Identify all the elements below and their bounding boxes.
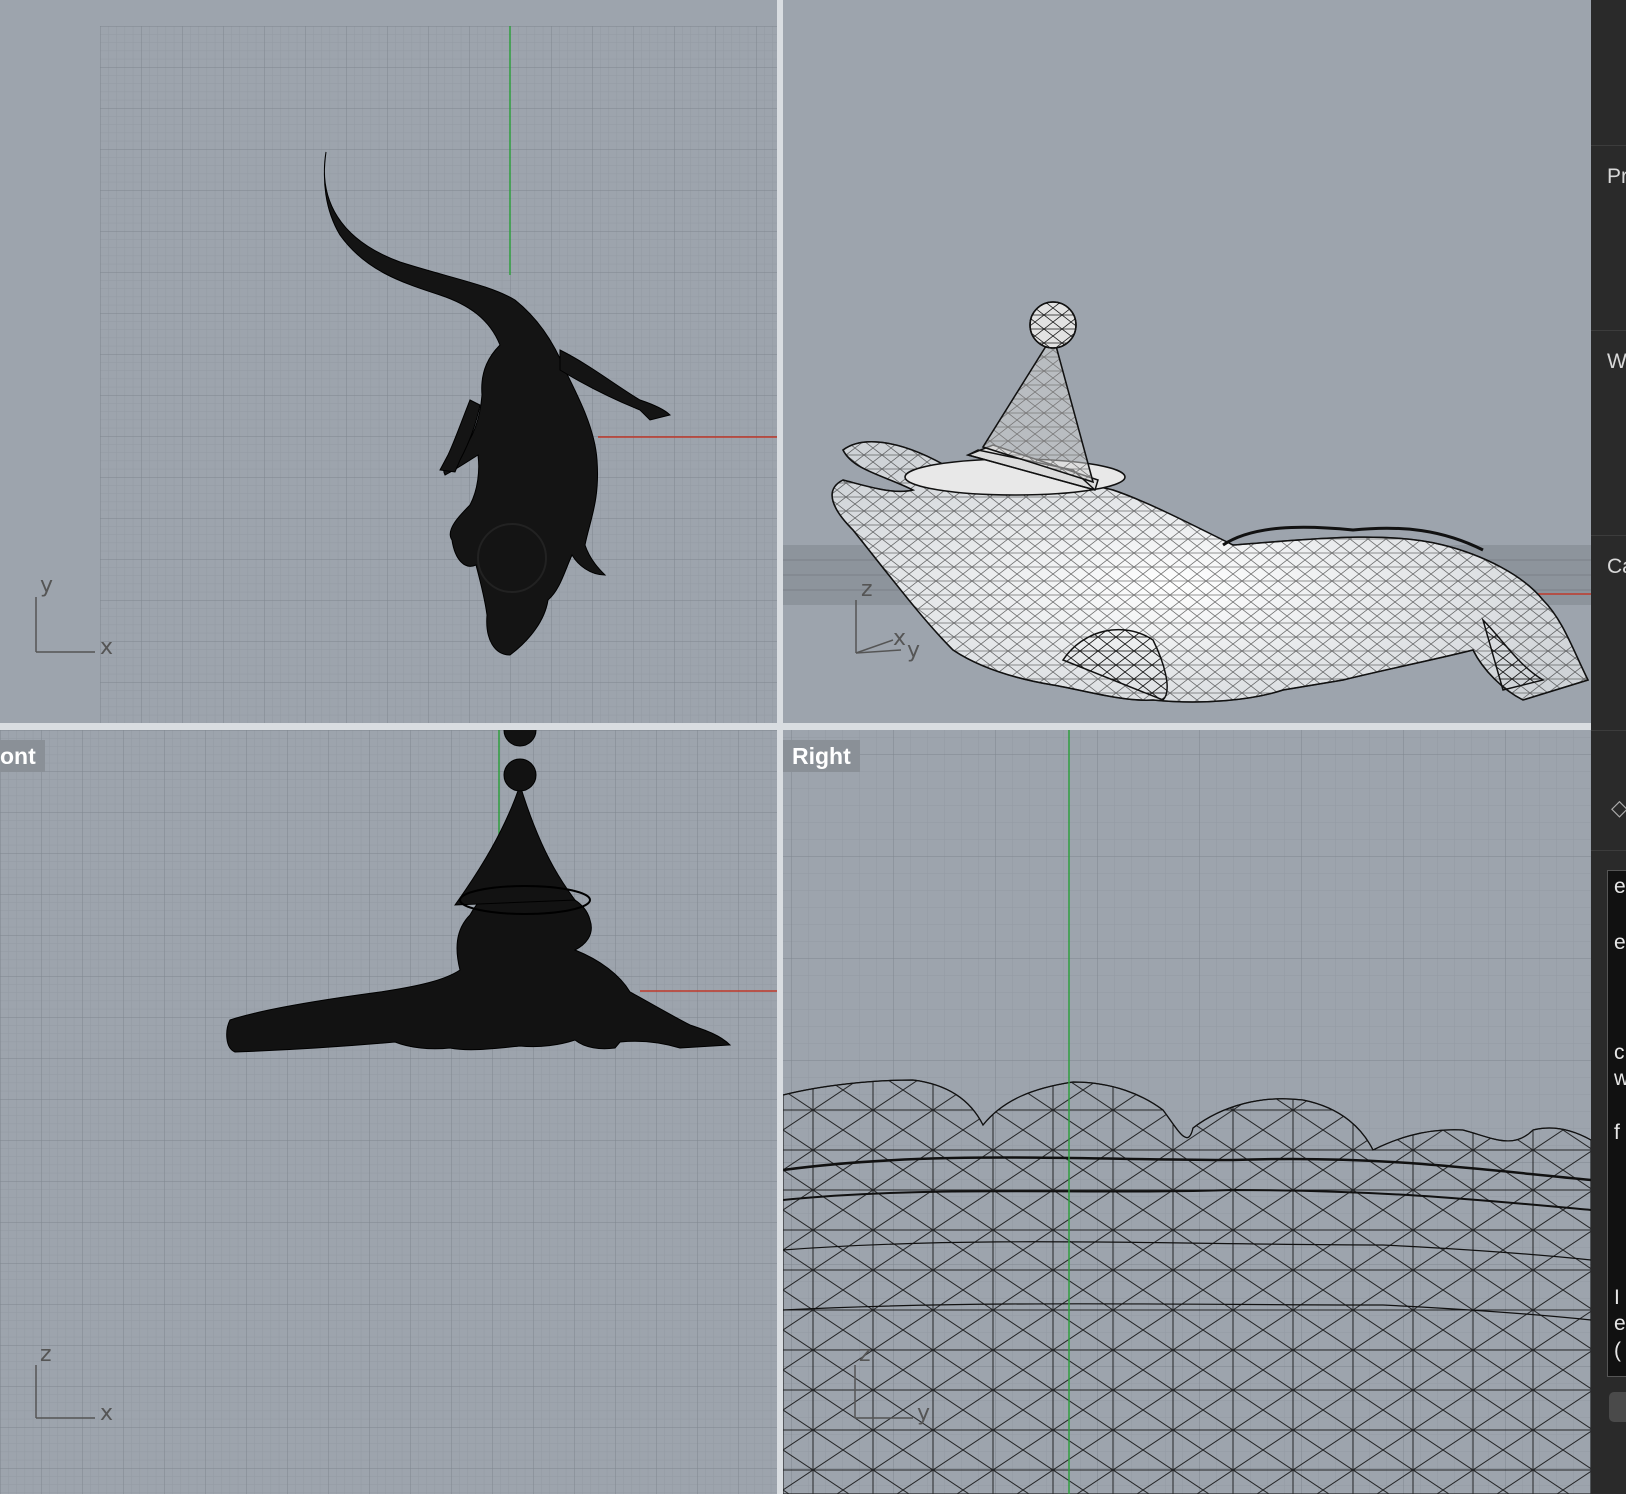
alligator-wireframe-right-closeup: [783, 1079, 1591, 1494]
viewport-perspective[interactable]: z x y: [783, 0, 1591, 723]
panel-item-pr[interactable]: Pr: [1607, 165, 1626, 189]
construction-grid: [0, 730, 777, 1494]
perspective-view-canvas: z x y: [783, 301, 1591, 703]
construction-grid: [100, 26, 777, 723]
layer-icon[interactable]: ◇: [1611, 795, 1626, 821]
axis-label-y: y: [907, 638, 920, 663]
panel-item-ca[interactable]: Ca: [1607, 555, 1626, 579]
axis-label-z: z: [861, 577, 873, 602]
axis-label-y: y: [917, 1401, 930, 1426]
command-line: I: [1614, 1286, 1620, 1309]
command-line: e: [1614, 1312, 1626, 1335]
command-line: w: [1614, 1067, 1626, 1090]
command-line: e: [1614, 875, 1626, 898]
viewport-label-front[interactable]: ont: [0, 740, 45, 772]
viewport-top[interactable]: y x: [0, 0, 777, 723]
viewport-right[interactable]: z y Right: [783, 730, 1591, 1494]
axis-label-z: z: [859, 1342, 871, 1367]
panel-item-w[interactable]: W: [1607, 350, 1626, 374]
command-line: f: [1614, 1121, 1620, 1144]
properties-panel: Pr W Ca ◇ e e c w f I e (: [1591, 0, 1626, 1494]
viewport-divider-vertical[interactable]: [777, 0, 783, 1494]
command-line: c: [1614, 1041, 1625, 1064]
axis-label-x: x: [100, 635, 113, 660]
command-line: (: [1614, 1339, 1621, 1362]
top-view-canvas: y x: [35, 26, 777, 723]
party-hat-wireframe: [904, 301, 1126, 496]
axis-label-z: z: [40, 1342, 52, 1367]
viewport-label-right[interactable]: Right: [783, 740, 860, 772]
front-view-canvas: z x: [0, 730, 777, 1494]
axis-label-x: x: [893, 626, 906, 651]
axis-indicator-top: [35, 597, 95, 653]
panel-button[interactable]: [1609, 1392, 1626, 1422]
right-view-canvas: z y: [783, 730, 1591, 1494]
axis-label-x: x: [100, 1401, 113, 1426]
command-line: e: [1614, 931, 1626, 954]
axis-label-y: y: [40, 573, 53, 598]
viewport-divider-horizontal[interactable]: [0, 723, 1591, 730]
viewport-front[interactable]: z x ont: [0, 730, 777, 1494]
command-history-box[interactable]: e e c w f I e (: [1607, 870, 1626, 1377]
